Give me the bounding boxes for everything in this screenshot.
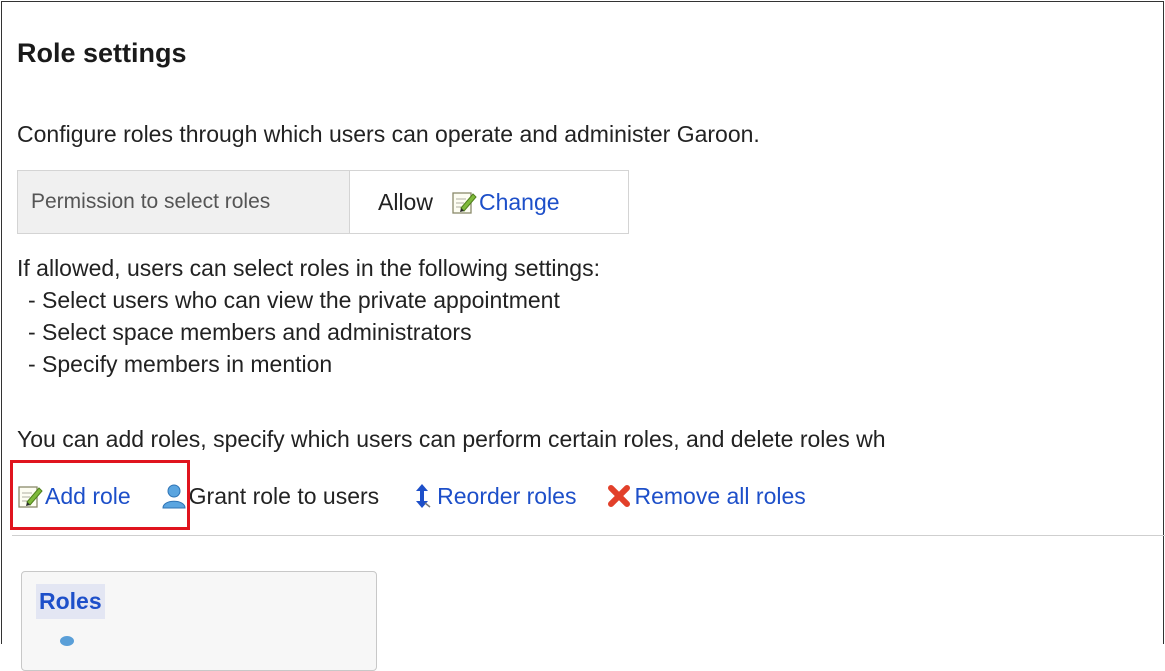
permission-label: Permission to select roles: [18, 171, 350, 233]
page-title: Role settings: [17, 38, 187, 68]
change-link[interactable]: Change: [451, 189, 560, 216]
permission-value-cell: Allow Change: [350, 171, 628, 233]
grant-role-button[interactable]: Grant role to users: [161, 483, 379, 510]
red-x-icon: [608, 485, 631, 507]
info-item: - Specify members in mention: [28, 351, 333, 377]
edit-icon: [452, 192, 477, 214]
grant-role-label[interactable]: Grant role to users: [189, 483, 379, 510]
roles-panel: Roles: [21, 571, 377, 671]
permission-table: Permission to select roles Allow Change: [17, 170, 629, 234]
roles-description: You can add roles, specify which users c…: [17, 426, 886, 452]
info-item: - Select users who can view the private …: [28, 287, 560, 313]
roles-panel-header: Roles: [36, 584, 105, 619]
change-link-label[interactable]: Change: [479, 189, 560, 216]
info-item: - Select space members and administrator…: [28, 319, 472, 345]
highlight-box: [10, 460, 190, 530]
reorder-roles-button[interactable]: Reorder roles: [409, 483, 576, 510]
reorder-roles-label[interactable]: Reorder roles: [437, 483, 576, 510]
remove-all-roles-button[interactable]: Remove all roles: [606, 483, 806, 510]
divider: [12, 535, 1165, 536]
updown-arrow-icon: [416, 484, 431, 508]
remove-all-roles-label[interactable]: Remove all roles: [634, 483, 805, 510]
role-selection-info: If allowed, users can select roles in th…: [17, 252, 600, 380]
permission-value: Allow: [378, 188, 433, 215]
info-intro: If allowed, users can select roles in th…: [17, 255, 600, 281]
role-item-icon: [60, 636, 74, 646]
page-description: Configure roles through which users can …: [17, 121, 760, 147]
